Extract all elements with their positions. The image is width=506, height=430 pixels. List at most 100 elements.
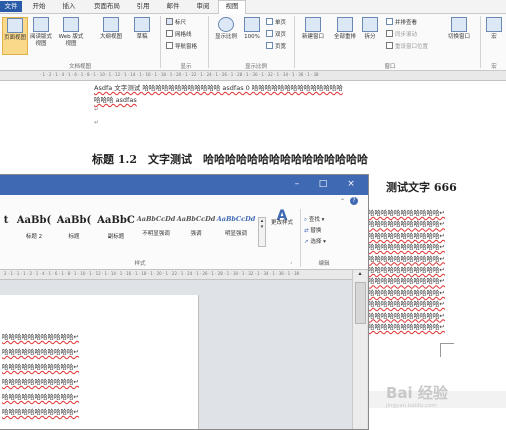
style-item[interactable]: AaBbCcDd 强调 xyxy=(176,215,216,237)
tab-insert[interactable]: 插入 xyxy=(60,1,78,12)
right-text-line: 哈哈哈哈哈哈哈哈哈哈哈↵ xyxy=(368,243,445,252)
arrange-all-icon xyxy=(337,17,353,32)
change-styles-icon: A xyxy=(276,208,288,224)
doc-line-1: Asdfa 文字测试 哈哈哈哈哈哈哈哈哈哈哈哈 asdfas 0 哈哈哈哈哈哈哈… xyxy=(94,84,343,92)
front-text-line: 哈哈哈哈哈哈哈哈哈哈哈↵ xyxy=(2,393,79,401)
split-icon xyxy=(362,17,378,32)
replace-button[interactable]: ⇄ 替换 xyxy=(304,226,321,234)
divider xyxy=(294,16,295,68)
view-ribbon: 页面视图 阅读版式视图 Web 版式视图 大纲视图 草稿 文档视图 标尺 网格线… xyxy=(0,14,506,71)
change-styles-button[interactable]: A 更改样式 xyxy=(268,208,296,227)
reset-window-button[interactable]: 重设窗口位置 xyxy=(386,42,428,50)
checkbox-icon xyxy=(166,42,173,49)
sync-scroll-button[interactable]: 同步滚动 xyxy=(386,30,417,38)
print-layout-button[interactable]: 页面视图 xyxy=(2,17,28,55)
web-layout-button[interactable]: Web 版式视图 xyxy=(56,17,86,48)
paragraph-mark: ↵ xyxy=(94,119,100,126)
doc-line-2: 哈哈哈 asdfas xyxy=(94,96,137,104)
draft-button[interactable]: 草稿 xyxy=(130,17,154,41)
select-button[interactable]: ➚ 选择 ▾ xyxy=(304,237,326,245)
web-layout-icon xyxy=(63,17,79,32)
right-text-line: 哈哈哈哈哈哈哈哈哈哈哈↵ xyxy=(368,288,445,297)
tab-mailings[interactable]: 邮件 xyxy=(164,1,182,12)
right-text-line: 哈哈哈哈哈哈哈哈哈哈哈↵ xyxy=(368,220,445,229)
arrange-all-button[interactable]: 全部重排 xyxy=(330,17,360,41)
reading-layout-button[interactable]: 阅读版式视图 xyxy=(28,17,54,48)
ruler-checkbox[interactable]: 标尺 xyxy=(166,18,186,26)
zoom-button[interactable]: 显示比例 xyxy=(212,17,240,41)
close-icon[interactable]: × xyxy=(342,177,360,191)
style-label: 明显强调 xyxy=(224,231,247,237)
editing-group-label: 编辑 xyxy=(318,261,330,267)
outline-button[interactable]: 大纲视图 xyxy=(96,17,126,41)
one-page-button[interactable]: 单页 xyxy=(266,18,286,26)
side-by-side-icon xyxy=(386,18,393,25)
style-item[interactable]: AaBb(标题 2 xyxy=(14,215,54,240)
style-label: 副标题 xyxy=(107,234,125,240)
help-icon[interactable]: ? xyxy=(350,197,358,205)
gridlines-checkbox[interactable]: 网格线 xyxy=(166,30,192,38)
horizontal-ruler[interactable]: · 1 · 2 · 1 · 4 · 1 · 6 · 1 · 8 · 1 · 10… xyxy=(0,71,506,81)
one-page-icon xyxy=(266,18,273,25)
find-icon: ⌕ xyxy=(304,217,308,223)
select-icon: ➚ xyxy=(304,239,309,245)
replace-icon: ⇄ xyxy=(304,228,309,234)
macros-button[interactable]: 宏 xyxy=(484,17,504,41)
tab-page-layout[interactable]: 页面布局 xyxy=(90,1,124,12)
style-sample: AaBbCcDd xyxy=(216,215,256,223)
right-text-line: 哈哈哈哈哈哈哈哈哈哈哈↵ xyxy=(368,311,445,320)
zoom-100-button[interactable]: 100% xyxy=(242,17,262,41)
switch-window-button[interactable]: 切换窗口 xyxy=(444,17,474,41)
style-item[interactable]: AaBb(标题 xyxy=(54,215,94,240)
style-label: 强调 xyxy=(190,231,202,237)
navigation-pane-checkbox[interactable]: 导航窗格 xyxy=(166,42,197,50)
style-sample: AaBbCcDd xyxy=(176,215,216,223)
front-ruler[interactable]: 2 · 1 · 1 · 1 · 2 · 1 · 4 · 1 · 6 · 1 · … xyxy=(0,270,354,280)
style-gallery: t AaBb(标题 2 AaBb(标题 AaBbC 副标题 AaBbCcDd 不明显强调 Aa… xyxy=(0,195,260,269)
right-text-line: 哈哈哈哈哈哈哈哈哈哈哈↵ xyxy=(368,300,445,309)
scroll-thumb[interactable] xyxy=(355,282,366,324)
right-text-line: 哈哈哈哈哈哈哈哈哈哈哈↵ xyxy=(368,323,445,331)
split-button[interactable]: 拆分 xyxy=(362,17,378,41)
outline-icon xyxy=(103,17,119,32)
checkbox-icon xyxy=(166,30,173,37)
front-document-page[interactable]: 哈哈哈哈哈哈哈哈哈哈哈↵ 哈哈哈哈哈哈哈哈哈哈哈↵ 哈哈哈哈哈哈哈哈哈哈哈↵ 哈哈哈哈… xyxy=(0,295,199,429)
page-width-button[interactable]: 页宽 xyxy=(266,42,286,50)
tab-review[interactable]: 审阅 xyxy=(194,1,212,12)
styles-dialog-launcher-icon[interactable]: ⌟ xyxy=(290,259,292,265)
collapse-ribbon-icon[interactable]: ⌃ xyxy=(340,198,345,205)
tab-home[interactable]: 开始 xyxy=(30,1,48,12)
scroll-up-icon[interactable]: ▴ xyxy=(354,270,366,280)
style-item[interactable]: AaBbCcDd 明显强调 xyxy=(216,215,256,237)
vertical-scrollbar[interactable]: ▴ xyxy=(352,270,367,429)
style-label: 标题 xyxy=(68,234,80,240)
show-group-label: 显示 xyxy=(180,64,192,70)
tab-references[interactable]: 引用 xyxy=(134,1,152,12)
style-item[interactable]: t xyxy=(0,215,12,232)
maximize-icon[interactable]: □ xyxy=(314,177,332,191)
switch-window-icon xyxy=(451,17,467,32)
style-item[interactable]: AaBbCcDd 不明显强调 xyxy=(136,215,176,237)
magnifier-icon xyxy=(218,17,234,32)
page-width-icon xyxy=(266,42,273,49)
two-pages-button[interactable]: 双页 xyxy=(266,30,286,38)
divider xyxy=(208,16,209,68)
find-button[interactable]: ⌕ 查找 ▾ xyxy=(304,215,324,224)
file-tab[interactable]: 文件 xyxy=(0,1,22,12)
minimize-icon[interactable]: – xyxy=(288,177,306,191)
tab-view[interactable]: 视图 xyxy=(218,0,246,14)
new-window-button[interactable]: 新建窗口 xyxy=(298,17,328,41)
draft-icon xyxy=(134,17,150,32)
zoom-group-label: 显示比例 xyxy=(244,64,267,70)
side-by-side-button[interactable]: 并排查看 xyxy=(386,18,417,26)
menu-bar: 文件 开始 插入 页面布局 引用 邮件 审阅 视图 xyxy=(0,0,506,14)
checkbox-icon xyxy=(166,18,173,25)
right-text-line: 哈哈哈哈哈哈哈哈哈哈哈↵ xyxy=(368,277,445,286)
window-title-bar[interactable]: – □ × xyxy=(0,175,368,195)
new-window-icon xyxy=(305,17,321,32)
gallery-scroll[interactable]: ▴ ▾ xyxy=(258,217,266,247)
style-item[interactable]: AaBbC 副标题 xyxy=(96,215,136,240)
front-text-line: 哈哈哈哈哈哈哈哈哈哈哈↵ xyxy=(2,363,79,371)
paragraph-mark: ↵ xyxy=(94,106,100,113)
front-text-line: 哈哈哈哈哈哈哈哈哈哈哈↵ xyxy=(2,408,79,416)
